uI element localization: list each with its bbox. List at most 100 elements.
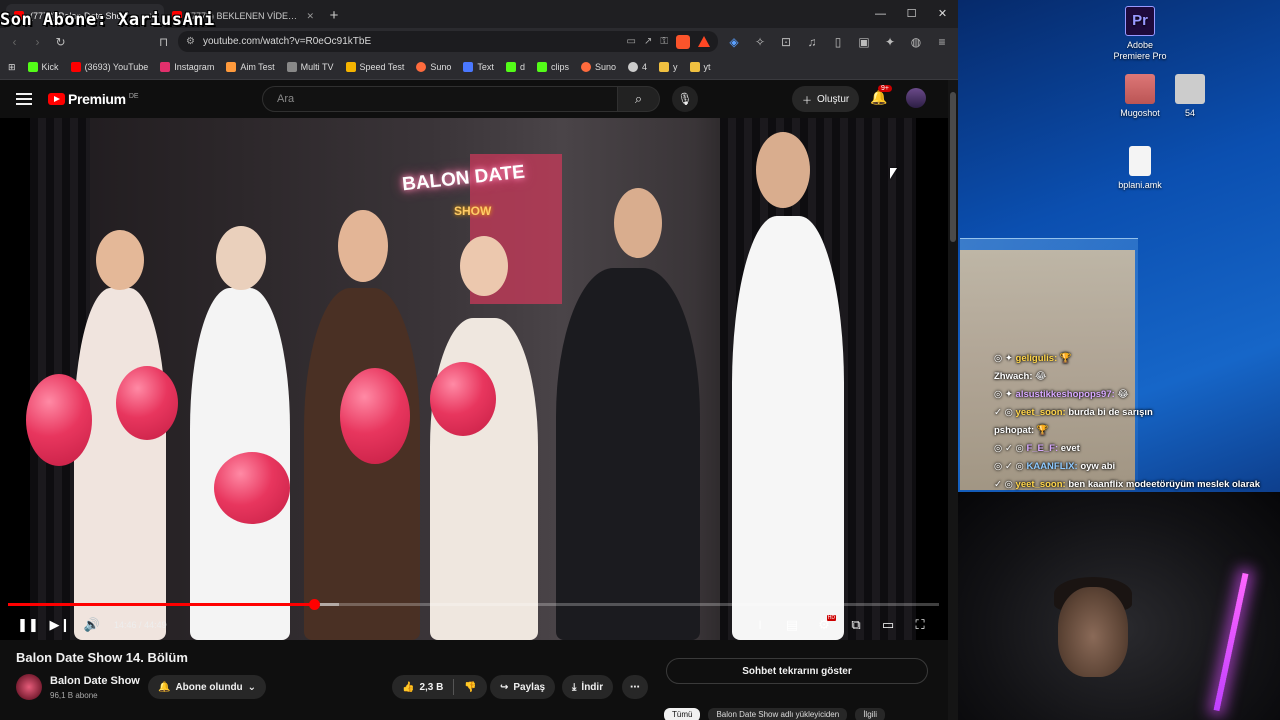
bookmark-suno-2[interactable]: Suno [580,62,616,72]
like-dislike-group: 👍 2,3 B 👎 [392,675,487,699]
minimize-button[interactable]: — [865,0,896,28]
chat-text: evet [1060,443,1080,454]
brave-shields-icon[interactable] [676,34,690,49]
autoplay-toggle[interactable]: ⏽ [744,617,776,633]
chat-replay-button[interactable]: Sohbet tekrarını göster [666,658,928,684]
subtitles-icon[interactable]: ▤ [776,617,808,633]
bookmark-d[interactable]: d [505,62,525,72]
volume-icon[interactable]: 🔊 [76,617,108,633]
chat-text: 😂 [1035,371,1047,382]
youtube-logo[interactable]: Premium DE [48,91,139,107]
reload-button[interactable]: ↻ [52,32,69,52]
bookmark-clips[interactable]: clips [536,62,569,72]
miniplayer-icon[interactable]: ⧉ [840,617,872,633]
subscribe-button[interactable]: 🔔 Abone olundu ⌄ [148,675,267,699]
bookmark-4[interactable]: 4 [628,62,647,72]
bookmark-aim-test[interactable]: Aim Test [226,62,275,72]
close-icon[interactable]: ✕ [306,11,314,22]
like-count: 2,3 B [419,681,444,693]
bookmark-speed-test[interactable]: Speed Test [345,62,404,72]
bookmark-folder-yt[interactable]: yt [689,62,711,72]
create-button[interactable]: ＋ Oluştur [792,86,860,112]
pause-icon[interactable]: ❚❚ [12,617,44,633]
more-options-button[interactable]: ⋯ [622,675,648,699]
puzzle-icon[interactable]: ✧ [750,32,770,52]
ai-icon[interactable]: ✦ [880,32,900,52]
wallet-icon[interactable]: ◈ [724,32,744,52]
stream-overlay-title: Son Abone: XariusAni [0,10,215,30]
subscribe-label: Abone olundu [175,681,243,693]
forward-button[interactable]: › [29,32,46,52]
download-button[interactable]: ⤓ İndir [562,675,614,699]
screenshot-icon[interactable]: ⊡ [776,32,796,52]
like-button[interactable]: 👍 2,3 B [392,675,453,699]
balloon [430,362,496,436]
desktop-icon-54[interactable]: 54 [1160,74,1220,119]
webcam-feed [958,492,1280,720]
bookmark-youtube[interactable]: (3693) YouTube [70,62,148,72]
bookmark-kick[interactable]: Kick [27,62,59,72]
chip-from-uploader[interactable]: Balon Date Show adlı yükleyiciden [708,708,848,720]
contestant-head [96,230,144,290]
chevron-down-icon: ⌄ [247,681,257,693]
bookmark-instagram[interactable]: Instagram [160,62,214,72]
chip-all[interactable]: Tümü [664,708,701,720]
chat-message: pshopat: 🏆 [994,422,1280,440]
video-player[interactable]: BALON DATE SHOW ❚❚ ▶❙ 🔊 14:46 / 44:49 ⏽ … [0,118,948,640]
hamburger-menu-icon[interactable] [16,93,32,105]
balloon [340,368,410,464]
next-icon[interactable]: ▶❙ [44,617,76,633]
chat-username: KAANFLIX: [1026,461,1078,472]
chip-related[interactable]: İlgili [855,708,885,720]
settings-icon[interactable]: ⚙ HD [808,615,840,633]
search-icon[interactable]: ⌕ [618,86,660,112]
sidebar-icon[interactable]: ▯ [828,32,848,52]
page-scrollbar[interactable] [948,80,958,720]
wallet-card-icon[interactable]: ▣ [854,32,874,52]
fullscreen-icon[interactable]: ⛶ [904,617,936,633]
vpn-icon[interactable]: ◍ [906,32,926,52]
video-frame: BALON DATE SHOW [26,118,916,640]
share-button[interactable]: ↪ Paylaş [490,675,556,699]
theater-mode-icon[interactable]: ▭ [872,617,904,633]
key-icon[interactable]: ⚿ [660,36,668,47]
microphone-icon[interactable]: 🎙 [672,86,698,112]
avatar[interactable] [906,88,926,108]
suno-icon [416,62,427,72]
mugoshot-icon [1125,74,1155,104]
address-bar[interactable]: ⚙ youtube.com/watch?v=R0eOc91kTbE ▭ ↗ ⚿ [178,31,718,52]
bookmark-multi-tv[interactable]: Multi TV [286,62,334,72]
close-window-button[interactable]: ✕ [927,0,958,28]
time-current: 14:46 [114,620,137,630]
watch-icon [1175,74,1205,104]
bookmark-icon[interactable]: ⊓ [155,32,172,52]
back-button[interactable]: ‹ [6,32,23,52]
bookmark-text[interactable]: Text [463,62,494,72]
brave-rewards-icon[interactable] [698,36,710,47]
thumbs-up-icon: 👍 [402,681,415,693]
share-icon: ↪ [500,681,509,693]
progress-bar[interactable] [8,599,939,610]
dislike-button[interactable]: 👎 [454,675,486,699]
recommendation-chips: Tümü Balon Date Show adlı yükleyiciden İ… [664,708,885,720]
menu-icon[interactable]: ≡ [932,32,952,52]
desktop-icon-bplani[interactable]: bplani.amk [1110,146,1170,191]
site-info-icon[interactable]: ⚙ [186,36,195,47]
search-input[interactable] [262,86,618,112]
apps-icon[interactable]: ⊞ [8,62,16,73]
stream-chat: ◎ ✦ geligulis: 🏆 Zhwach: 😂 ◎ ✦ alsustikk… [994,350,1280,494]
scrollbar-thumb[interactable] [950,92,956,242]
mouse-cursor-icon [890,168,897,179]
channel-name[interactable]: Balon Date Show [50,675,140,687]
new-tab-button[interactable]: + [322,4,346,28]
maximize-button[interactable]: ☐ [896,0,927,28]
kick-icon [505,62,516,72]
music-icon[interactable]: ♫ [802,32,822,52]
bookmark-suno[interactable]: Suno [416,62,451,72]
cast-icon[interactable]: ▭ [627,36,636,47]
channel-avatar[interactable] [16,674,42,700]
bookmark-folder-y[interactable]: y [659,62,678,72]
desktop-icon-premiere[interactable]: Pr Adobe Premiere Pro [1110,6,1170,62]
desktop-icon-label: 54 [1184,108,1195,118]
share-icon[interactable]: ↗ [644,36,652,47]
